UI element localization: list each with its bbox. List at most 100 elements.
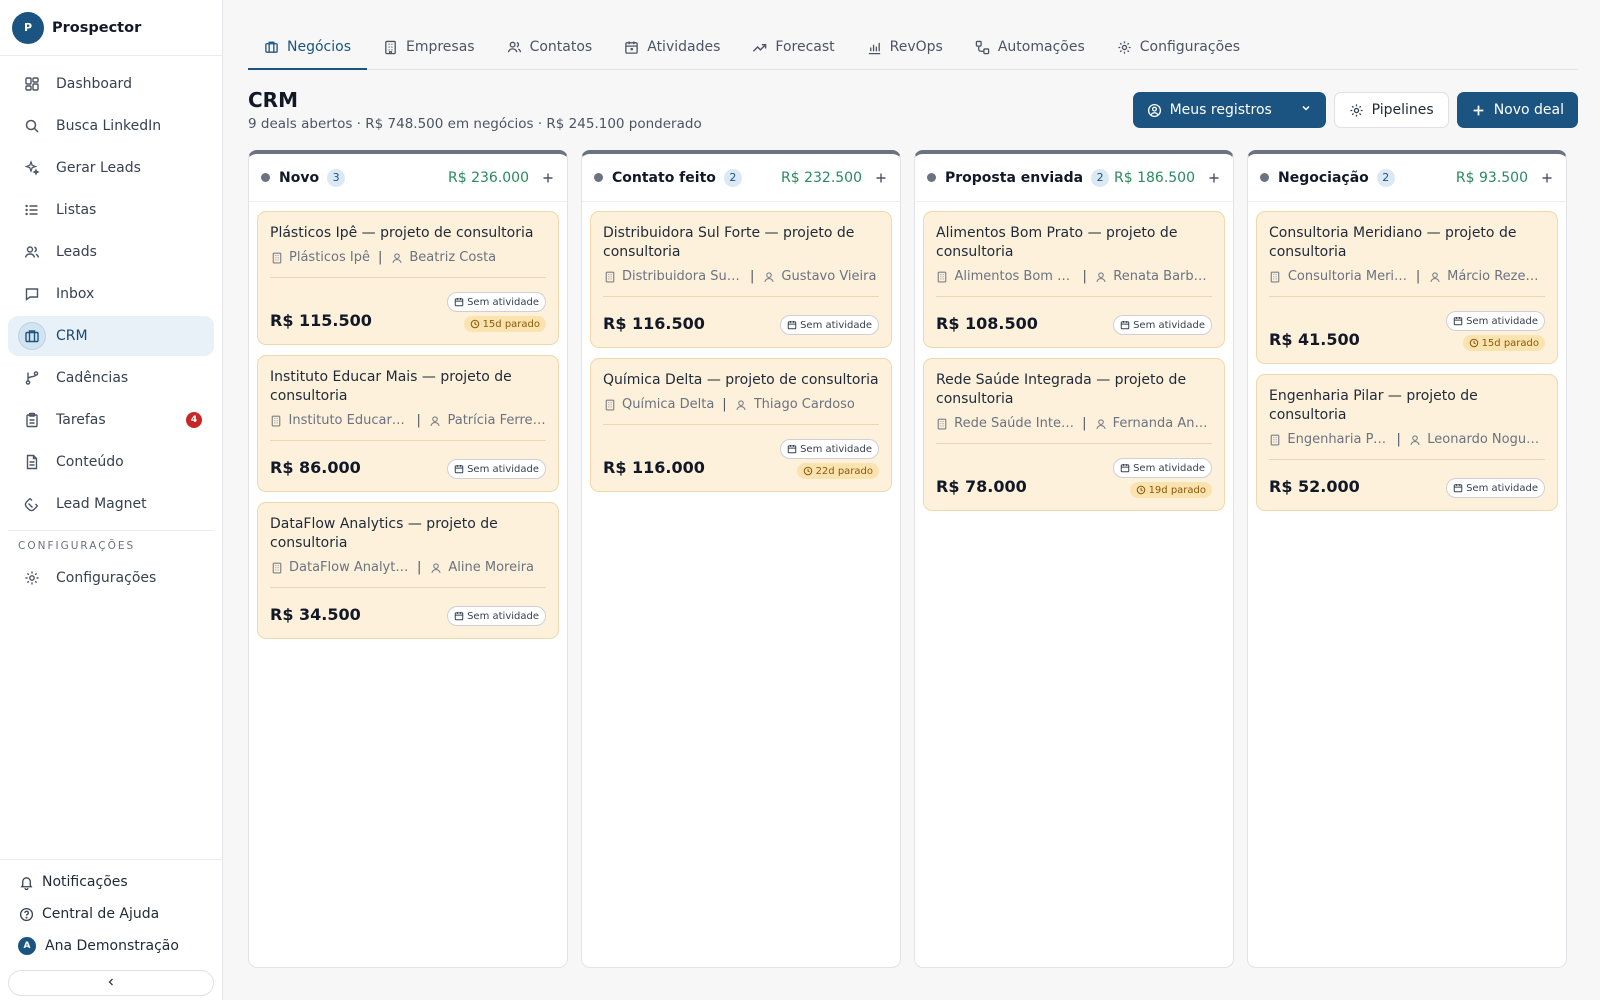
sidebar-item-lead-magnet[interactable]: Lead Magnet xyxy=(8,484,214,524)
sidebar-item-listas[interactable]: Listas xyxy=(8,190,214,230)
deal-card[interactable]: Química Delta — projeto de consultoria Q… xyxy=(590,358,892,492)
deal-value: R$ 34.500 xyxy=(270,605,361,624)
user-icon xyxy=(429,561,442,574)
sidebar-item-gerar-leads[interactable]: Gerar Leads xyxy=(8,148,214,188)
document-icon xyxy=(24,454,40,470)
deal-meta: Química Delta | Thiago Cardoso xyxy=(603,397,879,425)
activity-chip: Sem atividade xyxy=(447,606,546,626)
tab-automacoes[interactable]: Automações xyxy=(959,25,1101,69)
column-total: R$ 232.500 xyxy=(781,169,862,186)
sidebar-item-cadencias[interactable]: Cadências xyxy=(8,358,214,398)
collapse-sidebar-button[interactable] xyxy=(8,970,214,996)
records-filter-select[interactable]: Meus registros xyxy=(1132,92,1326,128)
users-icon xyxy=(24,244,40,260)
sidebar-item-inbox[interactable]: Inbox xyxy=(8,274,214,314)
user-menu[interactable]: A Ana Demonstração xyxy=(0,930,222,962)
column-title: Negociação xyxy=(1278,169,1369,186)
deal-card[interactable]: Consultoria Meridiano — projeto de consu… xyxy=(1256,211,1558,364)
building-icon xyxy=(1269,433,1281,446)
tab-negocios[interactable]: Negócios xyxy=(248,25,367,70)
calendar-icon xyxy=(1453,483,1463,493)
column-header: Contato feito 2 R$ 232.500 xyxy=(582,154,900,202)
sidebar-item-label: Cadências xyxy=(56,370,129,386)
deal-card[interactable]: Alimentos Bom Prato — projeto de consult… xyxy=(923,211,1225,348)
add-deal-icon[interactable] xyxy=(1540,171,1554,185)
new-deal-button[interactable]: Novo deal xyxy=(1456,92,1578,128)
deal-meta: Engenharia Pilar | Leonardo Nogueira xyxy=(1269,432,1545,460)
header-actions: Meus registros Pipelines Novo deal xyxy=(1132,92,1578,128)
sidebar: P Prospector Dashboard Busca LinkedIn Gera… xyxy=(0,0,223,1000)
tab-configuracoes[interactable]: Configurações xyxy=(1101,25,1256,69)
sidebar-nav: Dashboard Busca LinkedIn Gerar Leads Listas… xyxy=(0,56,222,524)
add-deal-icon[interactable] xyxy=(1207,171,1221,185)
deal-footer: R$ 41.500 Sem atividade 15d parado xyxy=(1269,303,1545,351)
deal-card[interactable]: DataFlow Analytics — projeto de consulto… xyxy=(257,502,559,639)
deal-meta: DataFlow Analytics | Aline Moreira xyxy=(270,560,546,588)
help-center-link[interactable]: Central de Ajuda xyxy=(0,898,222,930)
sidebar-item-dashboard[interactable]: Dashboard xyxy=(8,64,214,104)
deal-title: DataFlow Analytics — projeto de consulto… xyxy=(270,516,498,551)
gear-icon xyxy=(1117,40,1132,55)
tab-contatos[interactable]: Contatos xyxy=(491,25,609,69)
pipelines-button[interactable]: Pipelines xyxy=(1333,92,1449,128)
sidebar-item-crm[interactable]: CRM xyxy=(8,316,214,356)
stale-chip: 22d parado xyxy=(796,463,879,479)
deal-footer: R$ 116.500 Sem atividade xyxy=(603,303,879,335)
stage-dot xyxy=(594,173,603,182)
stage-dot xyxy=(927,173,936,182)
page-header: CRM 9 deals abertos · R$ 748.500 em negó… xyxy=(248,70,1578,150)
sidebar-item-leads[interactable]: Leads xyxy=(8,232,214,272)
deal-card[interactable]: Distribuidora Sul Forte — projeto de con… xyxy=(590,211,892,348)
tab-forecast[interactable]: Forecast xyxy=(736,25,850,69)
deal-chips: Sem atividade 22d parado xyxy=(780,439,879,479)
calendar-icon xyxy=(454,297,464,307)
sidebar-section-label: CONFIGURAÇÕES xyxy=(18,540,136,552)
deal-company: Rede Saúde Integr... xyxy=(954,416,1075,431)
deal-title: Alimentos Bom Prato — projeto de consult… xyxy=(936,225,1178,260)
stage-dot xyxy=(261,173,270,182)
brand[interactable]: P Prospector xyxy=(0,0,222,56)
chevron-down-icon xyxy=(1300,102,1312,118)
deal-card[interactable]: Engenharia Pilar — projeto de consultori… xyxy=(1256,374,1558,511)
sidebar-item-busca-linkedin[interactable]: Busca LinkedIn xyxy=(8,106,214,146)
help-circle-icon xyxy=(18,906,34,922)
sidebar-item-label: Conteúdo xyxy=(56,454,124,470)
message-icon xyxy=(24,286,40,302)
deal-card[interactable]: Rede Saúde Integrada — projeto de consul… xyxy=(923,358,1225,511)
tab-label: Negócios xyxy=(287,39,351,55)
chevron-left-icon xyxy=(106,975,116,991)
meta-separator: | xyxy=(722,397,727,412)
sidebar-item-configuracoes[interactable]: Configurações xyxy=(8,558,214,598)
meta-separator: | xyxy=(1082,416,1087,431)
column-header: Novo 3 R$ 236.000 xyxy=(249,154,567,202)
notifications-link[interactable]: Notificações xyxy=(0,866,222,898)
tab-empresas[interactable]: Empresas xyxy=(367,25,491,69)
building-icon xyxy=(936,270,948,283)
tab-revops[interactable]: RevOps xyxy=(851,25,959,69)
calendar-icon xyxy=(1453,316,1463,326)
building-icon xyxy=(383,40,398,55)
sidebar-item-tarefas[interactable]: Tarefas 4 xyxy=(8,400,214,440)
pipeline-column-proposta-enviada: Proposta enviada 2 R$ 186.500 Alimentos … xyxy=(914,150,1234,968)
new-deal-label: Novo deal xyxy=(1493,102,1564,118)
deal-value: R$ 116.500 xyxy=(603,314,705,333)
sidebar-item-conteudo[interactable]: Conteúdo xyxy=(8,442,214,482)
deal-title: Rede Saúde Integrada — projeto de consul… xyxy=(936,372,1187,407)
column-cards: Alimentos Bom Prato — projeto de consult… xyxy=(915,202,1233,530)
gear-icon xyxy=(24,570,40,586)
deal-card[interactable]: Instituto Educar Mais — projeto de consu… xyxy=(257,355,559,492)
add-deal-icon[interactable] xyxy=(874,171,888,185)
building-icon xyxy=(270,414,283,427)
plus-icon xyxy=(1471,103,1486,118)
add-deal-icon[interactable] xyxy=(541,171,555,185)
deal-value: R$ 78.000 xyxy=(936,477,1027,496)
meta-separator: | xyxy=(750,269,755,284)
column-header: Negociação 2 R$ 93.500 xyxy=(1248,154,1566,202)
deal-card[interactable]: Plásticos Ipê — projeto de consultoria P… xyxy=(257,211,559,345)
column-total: R$ 93.500 xyxy=(1455,169,1528,186)
pipelines-label: Pipelines xyxy=(1371,102,1434,118)
users-icon xyxy=(507,40,522,55)
tab-atividades[interactable]: Atividades xyxy=(608,25,736,69)
sidebar-item-label: Gerar Leads xyxy=(56,160,141,176)
user-icon xyxy=(390,251,403,264)
